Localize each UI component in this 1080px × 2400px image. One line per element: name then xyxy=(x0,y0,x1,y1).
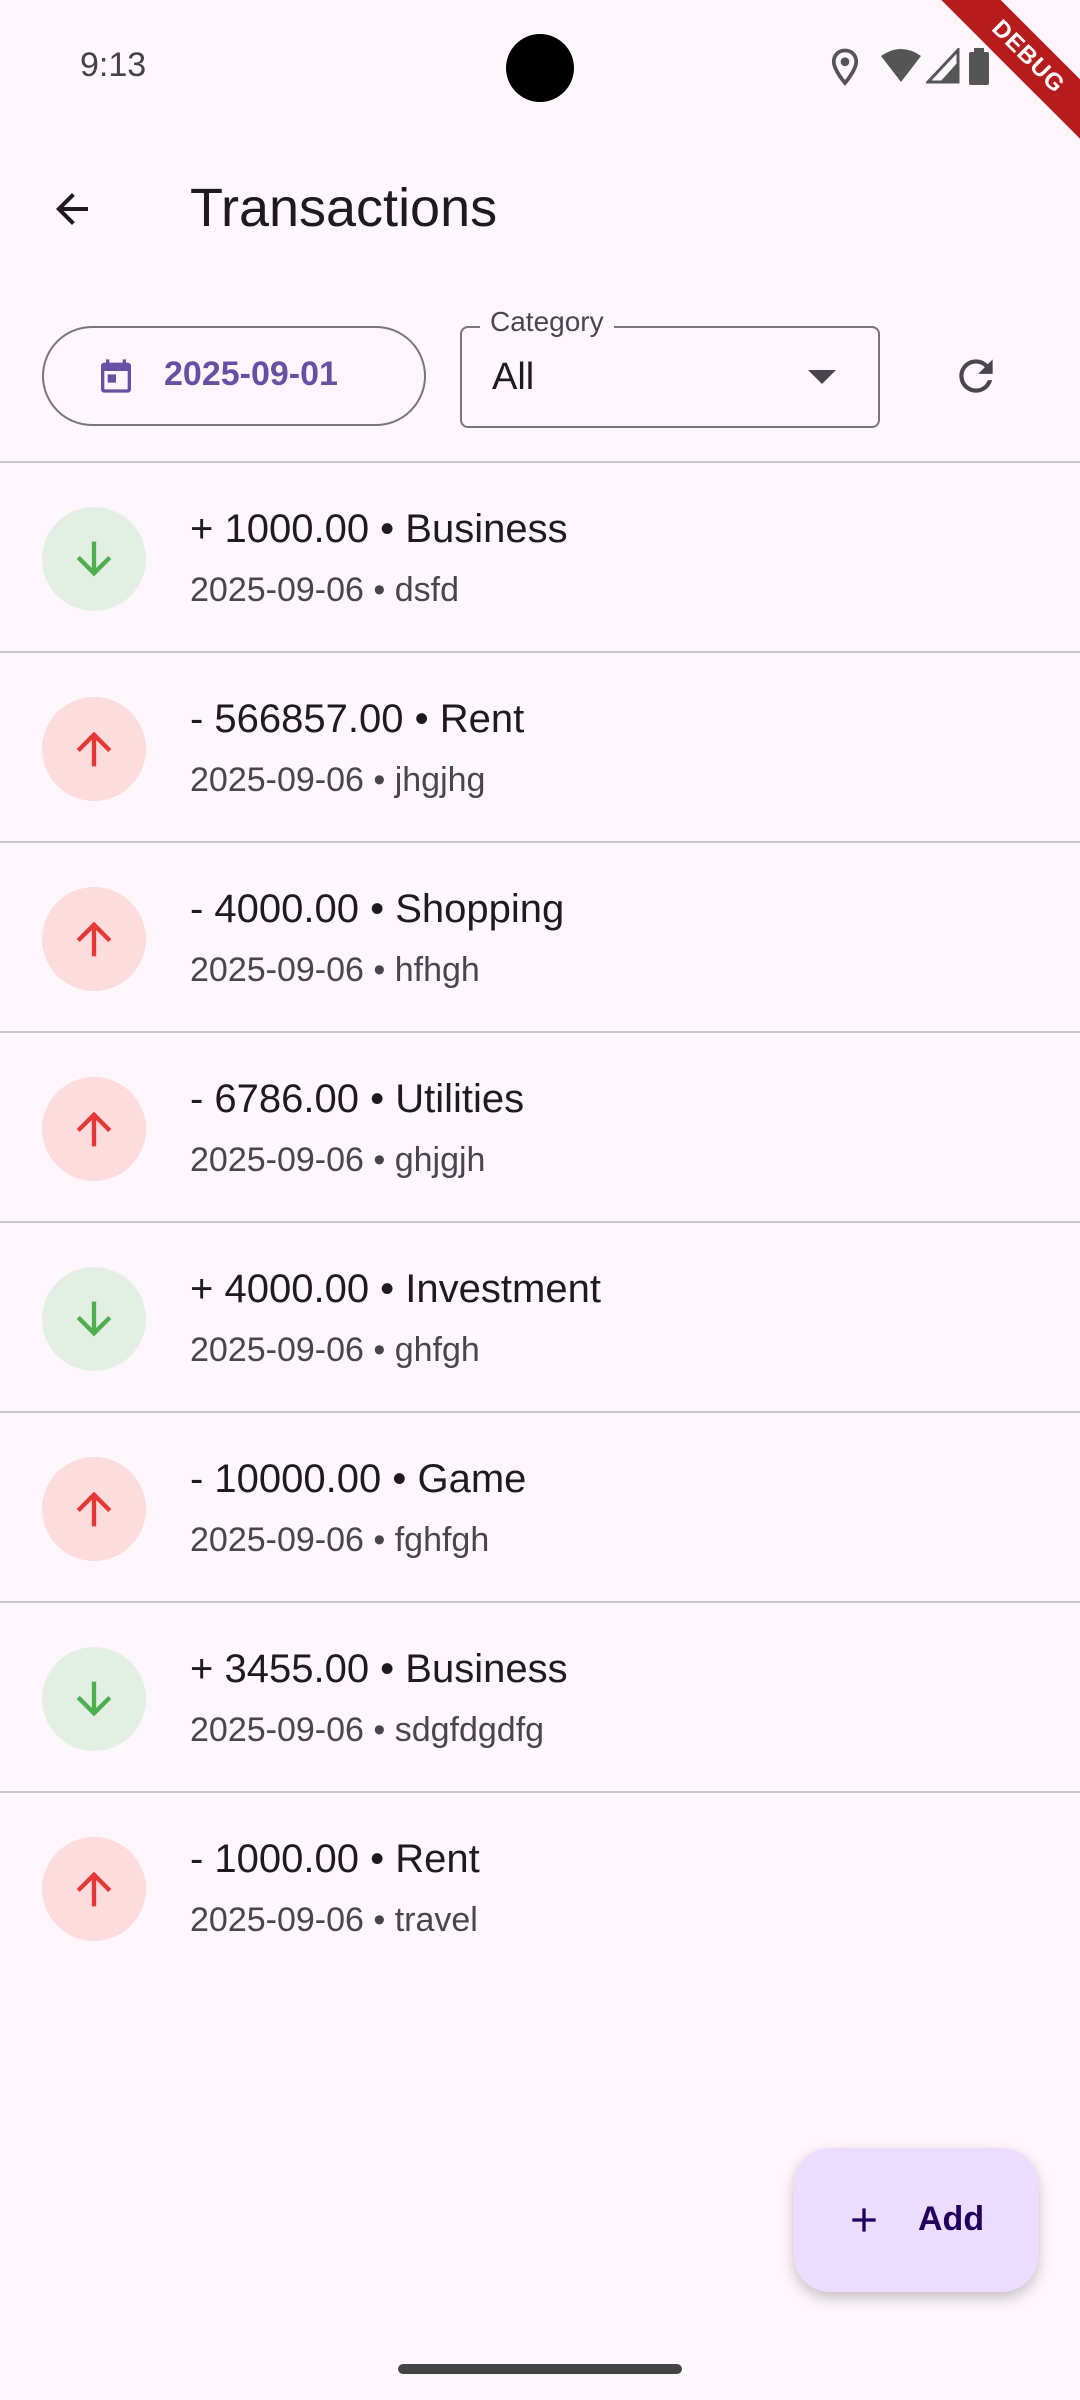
transaction-row[interactable]: + 1000.00 • Business 2025-09-06 • dsfd xyxy=(0,463,1080,653)
status-time: 9:13 xyxy=(80,46,147,84)
back-button[interactable] xyxy=(36,173,108,245)
transaction-row[interactable]: - 4000.00 • Shopping 2025-09-06 • hfhgh xyxy=(0,843,1080,1033)
transaction-title: - 10000.00 • Game xyxy=(190,1457,527,1501)
expense-avatar xyxy=(42,697,146,801)
transaction-subtitle: 2025-09-06 • travel xyxy=(190,1901,478,1939)
transaction-row[interactable]: - 1000.00 • Rent 2025-09-06 • travel xyxy=(0,1793,1080,1983)
income-avatar xyxy=(42,1647,146,1751)
category-selected-value: All xyxy=(492,356,535,398)
camera-cutout xyxy=(506,34,574,102)
transaction-title: + 4000.00 • Investment xyxy=(190,1267,601,1311)
category-field-label: Category xyxy=(480,306,614,338)
app-bar: Transactions xyxy=(0,132,1080,282)
filter-row: 2025-09-01 Category All xyxy=(0,306,1080,460)
transaction-title: - 1000.00 • Rent xyxy=(190,1837,480,1881)
transaction-subtitle: 2025-09-06 • ghjgjh xyxy=(190,1141,486,1179)
transaction-subtitle: 2025-09-06 • fghfgh xyxy=(190,1521,490,1559)
transaction-title: - 566857.00 • Rent xyxy=(190,697,525,741)
calendar-icon xyxy=(101,359,131,393)
refresh-button[interactable] xyxy=(940,340,1012,412)
transaction-subtitle: 2025-09-06 • sdgfdgdfg xyxy=(190,1711,545,1749)
transaction-title: + 1000.00 • Business xyxy=(190,507,568,551)
add-transaction-button[interactable]: Add xyxy=(794,2148,1038,2292)
arrow-up-icon xyxy=(76,1111,112,1147)
transaction-title: - 4000.00 • Shopping xyxy=(190,887,565,931)
home-indicator[interactable] xyxy=(398,2364,682,2374)
transaction-list: + 1000.00 • Business 2025-09-06 • dsfd - 5… xyxy=(0,461,1080,1983)
transaction-row[interactable]: + 3455.00 • Business 2025-09-06 • sdgfdgd… xyxy=(0,1603,1080,1793)
location-icon xyxy=(831,48,859,86)
refresh-icon xyxy=(959,359,993,393)
arrow-down-icon xyxy=(76,1681,112,1717)
transaction-subtitle: 2025-09-06 • jhgjhg xyxy=(190,761,486,799)
expense-avatar xyxy=(42,887,146,991)
transaction-row[interactable]: - 566857.00 • Rent 2025-09-06 • jhgjhg xyxy=(0,653,1080,843)
income-avatar xyxy=(42,507,146,611)
transaction-subtitle: 2025-09-06 • dsfd xyxy=(190,571,459,609)
wifi-icon xyxy=(881,49,921,82)
status-bar: 9:13 xyxy=(0,0,1080,132)
transaction-row[interactable]: - 6786.00 • Utilities 2025-09-06 • ghjgjh xyxy=(0,1033,1080,1223)
transaction-row[interactable]: + 4000.00 • Investment 2025-09-06 • ghfgh xyxy=(0,1223,1080,1413)
arrow-down-icon xyxy=(76,1301,112,1337)
add-button-label: Add xyxy=(918,2200,985,2238)
arrow-up-icon xyxy=(76,731,112,767)
dropdown-arrow-icon xyxy=(808,370,836,384)
transaction-title: - 6786.00 • Utilities xyxy=(190,1077,525,1121)
arrow-down-icon xyxy=(76,541,112,577)
arrow-up-icon xyxy=(76,921,112,957)
transaction-subtitle: 2025-09-06 • hfhgh xyxy=(190,951,480,989)
date-picker-label: 2025-09-01 xyxy=(164,355,338,393)
category-dropdown[interactable]: Category All xyxy=(460,306,880,428)
arrow-up-icon xyxy=(76,1491,112,1527)
transaction-title: + 3455.00 • Business xyxy=(190,1647,568,1691)
expense-avatar xyxy=(42,1837,146,1941)
arrow-up-icon xyxy=(76,1871,112,1907)
transaction-subtitle: 2025-09-06 • ghfgh xyxy=(190,1331,480,1369)
page-title: Transactions xyxy=(190,178,498,238)
income-avatar xyxy=(42,1267,146,1371)
date-picker-button[interactable]: 2025-09-01 xyxy=(42,326,426,426)
arrow-back-icon xyxy=(56,193,88,225)
plus-icon xyxy=(852,2208,876,2232)
expense-avatar xyxy=(42,1457,146,1561)
transaction-row[interactable]: - 10000.00 • Game 2025-09-06 • fghfgh xyxy=(0,1413,1080,1603)
expense-avatar xyxy=(42,1077,146,1181)
